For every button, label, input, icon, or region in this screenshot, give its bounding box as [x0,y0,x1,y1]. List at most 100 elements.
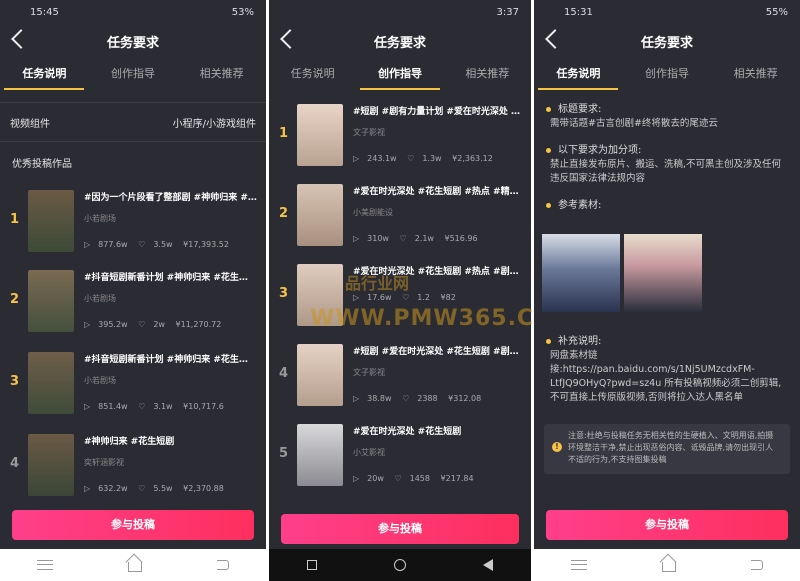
page-title: 任务要求 [373,36,426,51]
list-item[interactable]: 1 #短剧 #剧有力量计划 #爱在时光深处 #… 文子影视 ▷ 243.1w ♡ 1… [269,100,531,170]
video-author: 小艾影视 [353,448,385,457]
heart-icon: ♡ [402,293,410,302]
tab-related-recommendations[interactable]: 相关推荐 [711,58,800,92]
title-requirement-text: 需带话题#古言创剧#终将散去的尾迹云 [550,118,718,129]
like-count: 2388 [417,394,438,403]
play-count: 20w [367,474,384,483]
list-item[interactable]: 3 #抖音短剧新番计划 #神帅归来 #花生… 小若剧场 ▷ 851.4w ♡ 3.1… [0,348,266,418]
back-icon[interactable] [750,560,763,570]
list-item[interactable]: 5 #爱在时光深处 #花生短剧 小艾影视 ▷ 20w ♡ 1458 ¥217.84 [269,420,531,490]
video-thumbnail[interactable] [28,434,74,496]
heart-icon: ♡ [407,154,415,163]
list-item[interactable]: 2 #抖音短剧新番计划 #神帅归来 #花生… 小若剧场 ▷ 395.2w ♡ 2w … [0,266,266,336]
bonus-requirement-heading: 以下要求为加分项: [534,143,800,158]
warning-icon: ! [552,442,562,452]
list-item[interactable]: 4 #神帅归来 #花生短剧 奕轩涵影视 ▷ 632.2w ♡ 5.5w ¥2,370… [0,430,266,500]
video-title: #爱在时光深处 #花生短剧 #热点 #精彩… [353,187,523,197]
earnings: ¥17,393.52 [183,240,229,249]
status-bar: 15:45 53% [0,0,266,26]
video-author: 小美剧能设 [353,208,393,217]
earnings: ¥2,363.12 [452,154,493,163]
home-icon[interactable] [127,562,142,572]
like-count: 2w [153,320,165,329]
status-bar: 3:37 [269,0,531,26]
video-thumbnail[interactable] [28,190,74,252]
earnings: ¥82 [440,293,456,302]
system-nav-bar [269,549,531,581]
page-header: 任务要求 [269,26,531,58]
video-stats: ▷ 17.6w ♡ 1.2 ¥82 [353,293,523,302]
earnings: ¥217.84 [440,474,474,483]
play-icon: ▷ [84,240,91,249]
status-bar: 15:31 55% [534,0,800,26]
heart-icon: ♡ [402,394,410,403]
video-stats: ▷ 310w ♡ 2.1w ¥516.96 [353,234,523,243]
like-count: 3.5w [153,240,173,249]
recent-apps-icon[interactable] [307,560,318,570]
play-count: 877.6w [98,240,128,249]
video-thumbnail[interactable] [297,184,343,246]
video-stats: ▷ 851.4w ♡ 3.1w ¥10,717.6 [84,402,258,411]
heart-icon: ♡ [138,484,146,493]
video-thumbnail[interactable] [28,270,74,332]
video-stats: ▷ 243.1w ♡ 1.3w ¥2,363.12 [353,154,523,163]
video-author: 小若剧场 [84,376,116,385]
play-count: 38.8w [367,394,392,403]
reference-image[interactable] [624,234,702,312]
status-battery: 53% [231,7,254,18]
tab-related-recommendations[interactable]: 相关推荐 [444,58,531,92]
tab-related-recommendations[interactable]: 相关推荐 [177,58,266,92]
submit-contribution-button[interactable]: 参与投稿 [281,514,519,544]
back-icon[interactable] [216,560,229,570]
tab-creation-guide[interactable]: 创作指导 [89,58,178,92]
menu-icon[interactable] [37,558,54,572]
play-icon: ▷ [84,320,91,329]
video-thumbnail[interactable] [297,344,343,406]
tab-task-description[interactable]: 任务说明 [534,58,623,92]
video-title: #短剧 #剧有力量计划 #爱在时光深处 #… [353,107,523,117]
heart-icon: ♡ [138,402,146,411]
menu-icon[interactable] [571,558,588,572]
home-icon[interactable] [393,559,406,571]
play-count: 851.4w [98,402,128,411]
earnings: ¥516.96 [444,234,478,243]
play-count: 632.2w [98,484,128,493]
tab-bar: 任务说明 创作指导 相关推荐 [0,58,266,92]
play-count: 395.2w [98,320,128,329]
play-icon: ▷ [353,293,360,302]
page-title: 任务要求 [640,36,693,51]
tab-bar: 任务说明 创作指导 相关推荐 [534,58,800,92]
rank-number: 3 [279,286,289,301]
video-stats: ▷ 632.2w ♡ 5.5w ¥2,370.88 [84,484,258,493]
video-author: 奕轩涵影视 [84,458,124,467]
tab-creation-guide[interactable]: 创作指导 [623,58,712,92]
reference-image[interactable] [542,234,620,312]
tab-creation-guide[interactable]: 创作指导 [356,58,443,92]
video-title: #短剧 #爱在时光深处 #花生短剧 #剧有… [353,347,523,357]
list-item[interactable]: 4 #短剧 #爱在时光深处 #花生短剧 #剧有… 文子影视 ▷ 38.8w ♡ 23… [269,340,531,410]
bonus-requirement-text: 禁止直接发布原片、搬运、洗稿,不可黑主创及涉及任何违反国家法律法规内容 [550,159,782,184]
like-count: 5.5w [153,484,173,493]
rank-number: 1 [279,126,289,141]
list-item[interactable]: 2 #爱在时光深处 #花生短剧 #热点 #精彩… 小美剧能设 ▷ 310w ♡ 2.… [269,180,531,250]
heart-icon: ♡ [138,240,146,249]
tab-task-description[interactable]: 任务说明 [269,58,356,92]
video-author: 文子影视 [353,368,385,377]
home-icon[interactable] [661,562,676,572]
list-item[interactable]: 1 #因为一个片段看了整部剧 #神帅归来 #… 小若剧场 ▷ 877.6w ♡ 3.… [0,186,266,256]
video-stats: ▷ 38.8w ♡ 2388 ¥312.08 [353,394,523,403]
supplementary-text: 网盘素材链接:https://pan.baidu.com/s/1Nj5UMzcd… [550,350,782,403]
tab-task-description[interactable]: 任务说明 [0,58,89,92]
page-title: 任务要求 [106,36,159,51]
back-icon[interactable] [482,559,493,571]
video-thumbnail[interactable] [28,352,74,414]
play-count: 310w [367,234,389,243]
earnings: ¥2,370.88 [183,484,224,493]
video-stats: ▷ 395.2w ♡ 2w ¥11,270.72 [84,320,258,329]
submit-contribution-button[interactable]: 参与投稿 [12,510,254,540]
play-count: 243.1w [367,154,397,163]
like-count: 3.1w [153,402,173,411]
video-thumbnail[interactable] [297,104,343,166]
submit-contribution-button[interactable]: 参与投稿 [546,510,788,540]
video-thumbnail[interactable] [297,424,343,486]
